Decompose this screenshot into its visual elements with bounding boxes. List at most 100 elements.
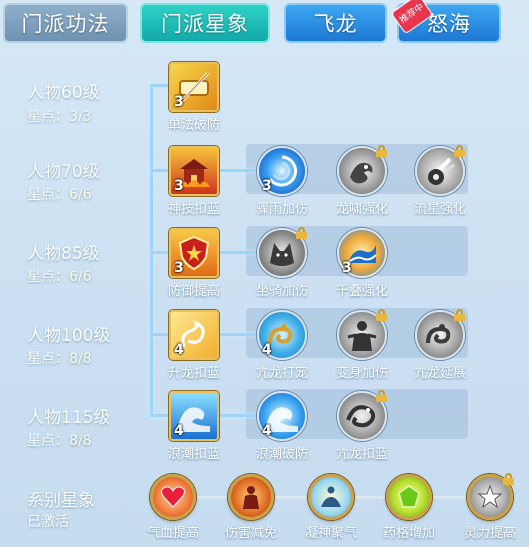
lock-icon [376,390,387,402]
skill-dragon-extend[interactable]: 亢龙延展 [400,309,480,381]
tab-raging-sea[interactable]: 推荐中 怒海 [390,0,501,43]
constellation-damage-reduction[interactable]: 伤害减免 [216,474,286,541]
stars-label: 星点： [27,351,69,367]
dragon-drain-icon [337,390,387,441]
rising-dragon-icon: 4 [169,310,219,360]
skill-transform-damage[interactable]: 变身加伤 [322,309,402,381]
lock-icon [454,309,465,321]
constellation-name: 灵力提高 [463,526,516,541]
skill-level: 4 [262,423,272,439]
tab-sect-skills[interactable]: 门派功法 [3,3,128,43]
shield-icon: 3 [169,228,219,278]
skill-tide-break-defense[interactable]: 4 浪潮破防 [242,391,322,462]
stars-label: 星点： [27,433,69,449]
skill-divine-mana-drain[interactable]: 3 神技扣蓝 [154,146,234,217]
stars-label: 星点： [27,187,69,203]
armor-figure-icon [228,474,274,520]
constellation-name: 气血提高 [146,526,199,541]
skill-name: 变身加伤 [335,366,388,381]
constellation-name: 药格增加 [382,526,435,541]
meteor-icon [415,145,465,196]
tier-115-stars: 星点：8/8 [27,430,92,450]
skill-level: 4 [262,342,272,358]
skill-name: 龙啸强化 [335,202,388,217]
stars-value: 6/6 [69,187,92,203]
meditation-icon [308,474,354,520]
skill-name: 防御提高 [167,284,220,299]
skill-coiled-dragon-pet[interactable]: 4 亢龙打宠 [242,310,322,381]
skill-name: 浪潮破防 [255,447,308,462]
stars-value: 8/8 [69,433,92,449]
tier-60-title: 人物60级 [27,83,100,103]
tab-raging-sea-label: 怒海 [427,12,471,36]
stars-label: 星点： [27,269,69,285]
tier-85-stars: 星点：6/6 [27,266,92,286]
constellation-title: 系别星象 [27,491,95,511]
lock-icon [503,473,514,485]
stars-value: 3/3 [69,109,92,125]
tier-70-stars: 星点：6/6 [27,184,92,204]
skill-name: 升龙扣蓝 [167,366,220,381]
tier-115-title: 人物115级 [27,408,111,428]
skill-thousand-fold-boost[interactable]: 3 千叠强化 [322,228,402,299]
skill-level: 4 [174,342,184,358]
skill-defense-up[interactable]: 3 防御提高 [154,228,234,299]
tier-70-title: 人物70级 [27,162,100,182]
constellation-spirit-up[interactable]: 灵力提高 [455,473,525,541]
skill-tide-mana-drain[interactable]: 4 浪潮扣蓝 [154,391,234,462]
skill-name: 单法破防 [167,118,220,133]
wolf-mount-icon [257,227,307,278]
constellation-name: 伤害减免 [224,526,277,541]
green-gem-icon [386,474,432,520]
skill-name: 骤雨加伤 [255,202,308,217]
skill-dragon-mana-drain[interactable]: 亢龙扣蓝 [322,390,402,462]
water-vortex-icon: 3 [257,146,307,196]
tier-85-title: 人物85级 [27,244,100,264]
constellation-focus-energy[interactable]: 凝神聚气 [296,474,366,541]
spirit-star-icon [467,473,514,520]
skill-level: 4 [174,423,184,439]
dragon-extend-icon [415,309,465,360]
skill-name: 千叠强化 [335,284,388,299]
stars-value: 8/8 [69,351,92,367]
tab-flying-dragon-label: 飞龙 [313,12,358,36]
coiled-dragon-icon: 4 [257,310,307,360]
constellation-hp-up[interactable]: 气血提高 [138,474,208,541]
tidal-break-icon: 4 [257,391,307,441]
tidal-wave-icon: 4 [169,391,219,441]
stars-label: 星点： [27,109,69,125]
tab-sect-constellation[interactable]: 门派星象 [140,3,270,43]
skill-name: 流星强化 [413,202,466,217]
skill-level: 3 [174,94,184,110]
skill-name: 亢龙打宠 [255,366,308,381]
skill-mount-damage[interactable]: 坐骑加伤 [242,227,322,299]
transform-figure-icon [337,309,387,360]
skill-name: 神技扣蓝 [167,202,220,217]
skill-storm-damage[interactable]: 3 骤雨加伤 [242,146,322,217]
tier-60-stars: 星点：3/3 [27,106,92,126]
constellation-name: 凝神聚气 [304,526,357,541]
skill-level: 3 [174,178,184,194]
lock-icon [376,309,387,321]
dragon-roar-icon [337,145,387,196]
skill-level: 3 [174,260,184,276]
tab-sect-skills-label: 门派功法 [21,12,110,36]
skill-meteor-boost[interactable]: 流星强化 [400,145,480,217]
tier-100-stars: 星点：8/8 [27,348,92,368]
lock-icon [454,145,465,157]
constellation-potion-slots[interactable]: 药格增加 [374,474,444,541]
skill-name: 浪潮扣蓝 [167,447,220,462]
heart-icon [150,474,196,520]
tab-sect-constellation-label: 门派星象 [161,12,249,36]
skill-name: 坐骑加伤 [255,284,308,299]
constellation-status: 已激活 [27,514,69,530]
stars-value: 6/6 [69,269,92,285]
skill-dragon-roar-boost[interactable]: 龙啸强化 [322,145,402,217]
skill-rising-dragon-drain[interactable]: 4 升龙扣蓝 [154,310,234,381]
lock-icon [376,145,387,157]
tab-flying-dragon[interactable]: 飞龙 [284,3,387,43]
skill-name: 亢龙扣蓝 [335,447,388,462]
lock-icon [296,227,307,239]
tier-100-title: 人物100级 [27,326,111,346]
skill-single-spell-break[interactable]: 3 单法破防 [154,62,234,133]
